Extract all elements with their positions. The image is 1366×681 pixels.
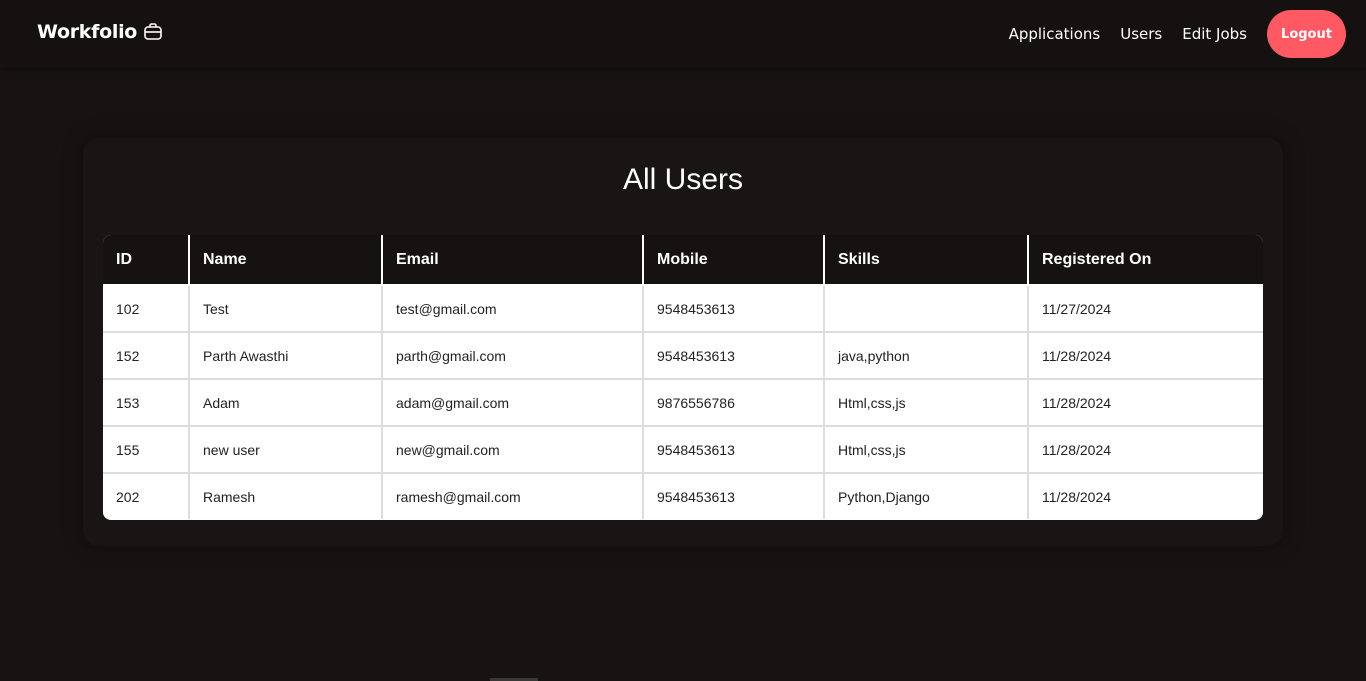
table-header-row: ID Name Email Mobile Skills Registered O…	[103, 235, 1263, 286]
cell-id: 202	[103, 472, 190, 519]
cell-registered-on: 11/27/2024	[1027, 284, 1263, 333]
top-navbar: Workfolio Applications Users Edit Jobs L…	[0, 0, 1366, 68]
column-header-name: Name	[188, 235, 383, 286]
cell-id: 155	[103, 425, 190, 474]
brand-logo[interactable]: Workfolio	[37, 21, 163, 43]
cell-email: ramesh@gmail.com	[381, 472, 644, 519]
cell-registered-on: 11/28/2024	[1027, 425, 1263, 474]
cell-skills: Html,css,js	[823, 425, 1029, 474]
nav-link-edit-jobs[interactable]: Edit Jobs	[1182, 25, 1247, 43]
cell-skills: Python,Django	[823, 472, 1029, 519]
cell-name: Parth Awasthi	[188, 331, 383, 380]
cell-mobile: 9548453613	[642, 472, 825, 519]
users-table-container: ID Name Email Mobile Skills Registered O…	[103, 235, 1263, 520]
table-row: 153 Adam adam@gmail.com 9876556786 Html,…	[103, 378, 1263, 427]
cell-name: Ramesh	[188, 472, 383, 519]
nav-links: Applications Users Edit Jobs Logout	[1009, 10, 1346, 58]
column-header-skills: Skills	[823, 235, 1029, 286]
brand-name: Workfolio	[37, 21, 138, 43]
cell-registered-on: 11/28/2024	[1027, 378, 1263, 427]
cell-registered-on: 11/28/2024	[1027, 472, 1263, 519]
cell-email: adam@gmail.com	[381, 378, 644, 427]
column-header-email: Email	[381, 235, 644, 286]
column-header-registered-on: Registered On	[1027, 235, 1263, 286]
briefcase-icon	[143, 22, 163, 42]
cell-id: 102	[103, 284, 190, 333]
column-header-mobile: Mobile	[642, 235, 825, 286]
table-row: 155 new user new@gmail.com 9548453613 Ht…	[103, 425, 1263, 474]
cell-skills: java,python	[823, 331, 1029, 380]
cell-mobile: 9548453613	[642, 331, 825, 380]
cell-mobile: 9876556786	[642, 378, 825, 427]
cell-id: 153	[103, 378, 190, 427]
page-title: All Users	[622, 163, 743, 196]
nav-link-users[interactable]: Users	[1120, 25, 1162, 43]
cell-mobile: 9548453613	[642, 425, 825, 474]
cell-name: new user	[188, 425, 383, 474]
table-row: 152 Parth Awasthi parth@gmail.com 954845…	[103, 331, 1263, 380]
cell-registered-on: 11/28/2024	[1027, 331, 1263, 380]
cell-name: Test	[188, 284, 383, 333]
cell-name: Adam	[188, 378, 383, 427]
cell-id: 152	[103, 331, 190, 380]
table-row: 102 Test test@gmail.com 9548453613 11/27…	[103, 284, 1263, 333]
nav-link-applications[interactable]: Applications	[1009, 25, 1101, 43]
cell-email: new@gmail.com	[381, 425, 644, 474]
cell-email: test@gmail.com	[381, 284, 644, 333]
cell-mobile: 9548453613	[642, 284, 825, 333]
users-table: ID Name Email Mobile Skills Registered O…	[103, 235, 1263, 519]
cell-skills	[823, 284, 1029, 333]
cell-skills: Html,css,js	[823, 378, 1029, 427]
logout-button[interactable]: Logout	[1267, 10, 1346, 58]
table-row: 202 Ramesh ramesh@gmail.com 9548453613 P…	[103, 472, 1263, 519]
column-header-id: ID	[103, 235, 190, 286]
cell-email: parth@gmail.com	[381, 331, 644, 380]
